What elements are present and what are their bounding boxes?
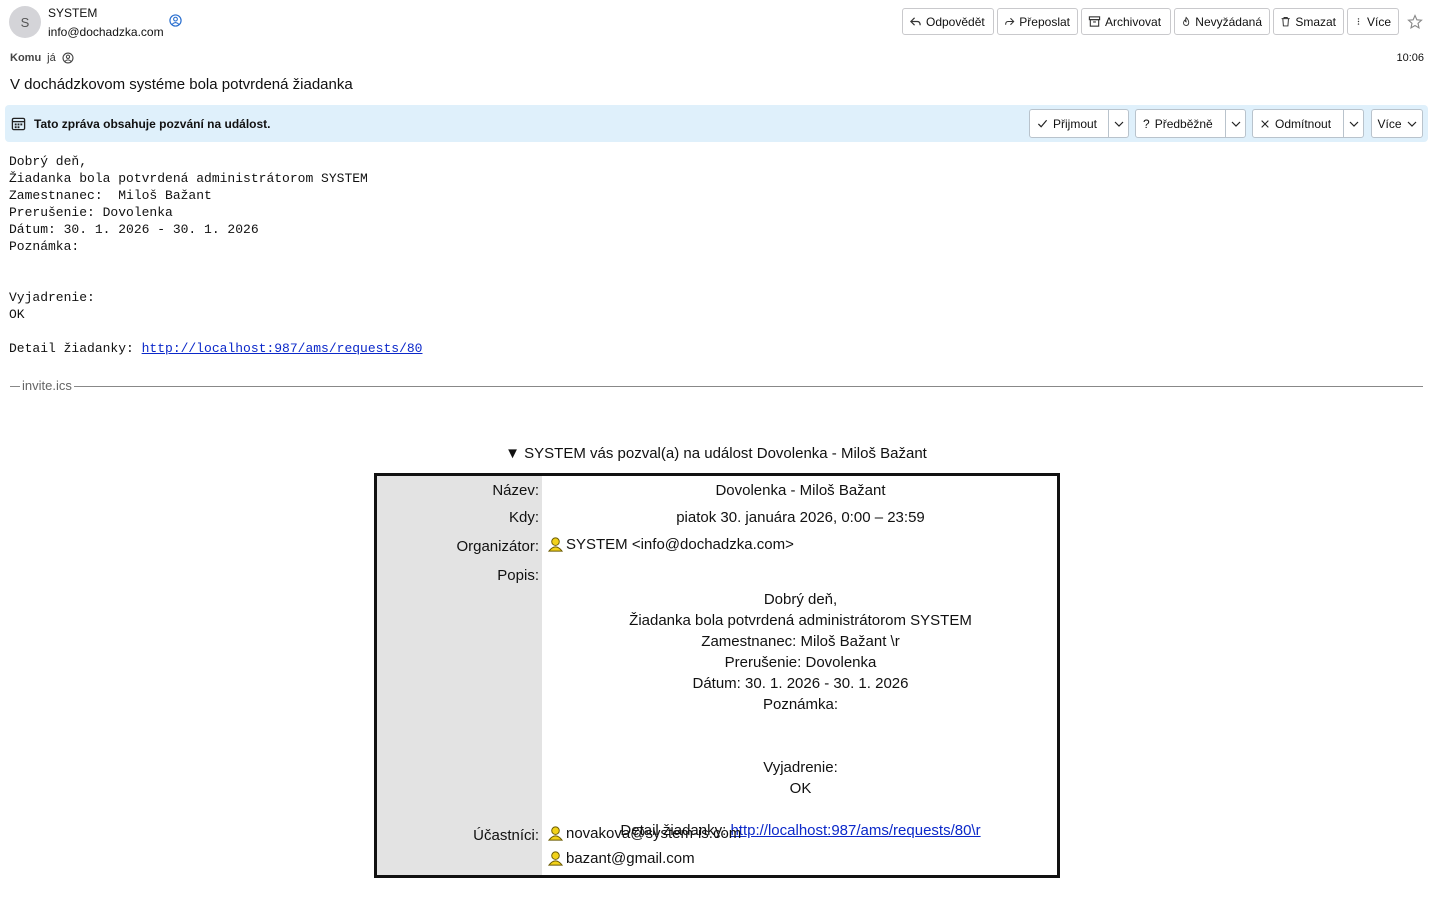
person-icon xyxy=(547,537,564,552)
divider-line xyxy=(10,386,1423,387)
delete-label: Smazat xyxy=(1295,14,1336,29)
event-description-label: Popis: xyxy=(497,567,539,584)
organizer-text: SYSTEM <info@dochadzka.com> xyxy=(566,536,794,553)
body-line: OK xyxy=(9,307,25,322)
event-when-label: Kdy: xyxy=(508,509,539,526)
decline-label: Odmítnout xyxy=(1275,116,1332,131)
message-subject: V dochádzkovom systéme bola potvrdená ži… xyxy=(10,76,353,93)
forward-label: Přeposlat xyxy=(1019,14,1070,29)
body-line: Dobrý deň, xyxy=(9,154,88,169)
sender-name[interactable]: SYSTEM xyxy=(48,6,97,20)
invite-more-button[interactable]: Více xyxy=(1371,109,1423,138)
description-detail-link[interactable]: http://localhost:987/ams/requests/80\r xyxy=(730,822,980,839)
message-body: Dobrý deň, Žiadanka bola potvrdená admin… xyxy=(9,153,422,357)
invite-more-label: Více xyxy=(1377,116,1402,131)
contact-icon[interactable] xyxy=(62,52,74,64)
trash-icon xyxy=(1281,16,1290,27)
archive-icon xyxy=(1088,16,1101,27)
accept-split-button: Přijmout xyxy=(1029,109,1129,138)
invitation-text: Tato zpráva obsahuje pozvání na událost. xyxy=(34,117,271,131)
chevron-down-icon xyxy=(1231,121,1240,127)
label-column xyxy=(377,476,542,875)
add-contact-icon[interactable] xyxy=(169,14,182,27)
accept-label: Přijmout xyxy=(1053,116,1098,131)
chevron-down-icon xyxy=(1114,121,1124,127)
junk-button[interactable]: Nevyžádaná xyxy=(1174,8,1270,35)
delete-button[interactable]: Smazat xyxy=(1273,8,1344,35)
body-line: Žiadanka bola potvrdená administrátorom … xyxy=(9,171,368,186)
message-header: S SYSTEM info@dochadzka.com Odpovědět Př… xyxy=(0,0,1432,103)
event-when-value: piatok 30. januára 2026, 0:00 – 23:59 xyxy=(676,509,925,526)
question-icon: ? xyxy=(1143,116,1150,131)
junk-label: Nevyžádaná xyxy=(1195,14,1262,29)
person-icon xyxy=(547,851,564,866)
accept-dropdown[interactable] xyxy=(1109,110,1128,137)
archive-label: Archivovat xyxy=(1105,14,1162,29)
recipient-label: Komu xyxy=(10,52,42,64)
accept-button[interactable]: Přijmout xyxy=(1030,110,1110,137)
event-organizer-label: Organizátor: xyxy=(456,538,539,555)
more-button[interactable]: Více xyxy=(1347,8,1399,35)
body-line: Zamestnanec: Miloš Bažant xyxy=(9,188,212,203)
more-label: Více xyxy=(1366,14,1391,29)
decline-split-button: Odmítnout xyxy=(1252,109,1364,138)
event-organizer-value: SYSTEM <info@dochadzka.com> xyxy=(547,536,794,553)
forward-icon xyxy=(1005,17,1015,26)
chevron-down-icon xyxy=(1349,121,1358,127)
decline-button[interactable]: Odmítnout xyxy=(1253,110,1344,137)
event-description-value: Dobrý deň, Žiadanka bola potvrdená admin… xyxy=(544,568,1057,841)
message-toolbar: Odpovědět Přeposlat Archivovat Nevyžádan… xyxy=(902,8,1399,35)
event-details-table: Název: Dovolenka - Miloš Bažant Kdy: pia… xyxy=(374,473,1060,878)
tentative-split-button: ? Předběžně xyxy=(1135,109,1246,138)
recipient-line: Komu já xyxy=(10,52,74,64)
detail-link[interactable]: http://localhost:987/ams/requests/80 xyxy=(142,341,423,356)
recipient-value[interactable]: já xyxy=(47,52,56,64)
close-icon xyxy=(1261,119,1269,128)
attendee-item: novakova@system-is.com xyxy=(547,825,741,842)
archive-button[interactable]: Archivovat xyxy=(1081,8,1171,35)
event-name-value: Dovolenka - Miloš Bažant xyxy=(715,482,886,499)
attendee-email: bazant@gmail.com xyxy=(566,850,695,867)
more-vertical-icon xyxy=(1357,18,1360,25)
calendar-icon xyxy=(11,117,26,131)
reply-label: Odpovědět xyxy=(926,14,985,29)
description-text: Dobrý deň, Žiadanka bola potvrdená admin… xyxy=(629,591,972,797)
sender-email[interactable]: info@dochadzka.com xyxy=(48,25,164,39)
body-line: Vyjadrenie: xyxy=(9,290,95,305)
junk-fire-icon xyxy=(1183,16,1190,26)
sender-avatar: S xyxy=(9,6,41,38)
reply-button[interactable]: Odpovědět xyxy=(902,8,994,35)
body-line: Dátum: 30. 1. 2026 - 30. 1. 2026 xyxy=(9,222,259,237)
attachment-divider: invite.ics xyxy=(10,378,1423,394)
chevron-down-icon xyxy=(1407,121,1416,127)
body-line: Prerušenie: Dovolenka xyxy=(9,205,173,220)
check-icon xyxy=(1037,119,1048,128)
attendee-email: novakova@system-is.com xyxy=(566,825,742,842)
tentative-label: Předběžně xyxy=(1154,116,1213,131)
attachment-name[interactable]: invite.ics xyxy=(20,378,74,393)
event-attendees-label: Účastníci: xyxy=(473,827,539,844)
body-line: Poznámka: xyxy=(9,239,80,254)
tentative-button[interactable]: ? Předběžně xyxy=(1136,110,1227,137)
star-icon[interactable] xyxy=(1407,14,1423,30)
invitation-banner: Tato zpráva obsahuje pozvání na událost.… xyxy=(5,105,1428,142)
reply-icon xyxy=(910,17,921,26)
event-name-label: Název: xyxy=(492,482,539,499)
message-time: 10:06 xyxy=(1396,52,1424,64)
tentative-dropdown[interactable] xyxy=(1226,110,1245,137)
person-icon xyxy=(547,826,564,841)
detail-label: Detail žiadanky: xyxy=(9,341,142,356)
decline-dropdown[interactable] xyxy=(1344,110,1363,137)
forward-button[interactable]: Přeposlat xyxy=(997,8,1078,35)
event-invite-title[interactable]: ▼ SYSTEM vás pozval(a) na událost Dovole… xyxy=(0,445,1432,462)
attendee-item: bazant@gmail.com xyxy=(547,850,695,867)
